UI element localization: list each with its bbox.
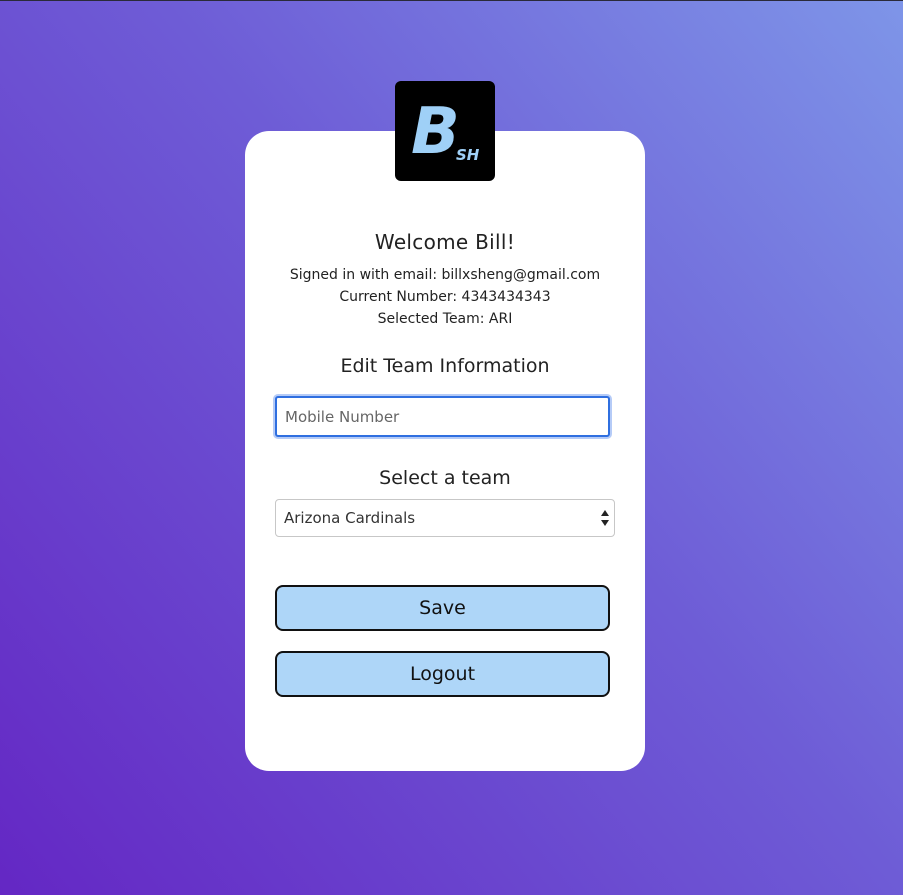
signed-in-email-text: Signed in with email: billxsheng@gmail.c… — [289, 267, 601, 283]
mobile-number-input[interactable] — [275, 396, 610, 437]
select-arrows-icon — [600, 509, 610, 527]
logo-mark-icon: B SH — [411, 95, 480, 169]
team-select[interactable]: Arizona Cardinals — [275, 499, 615, 537]
save-button[interactable]: Save — [275, 585, 610, 631]
current-number-text: Current Number: 4343434343 — [339, 289, 551, 305]
team-select-value: Arizona Cardinals — [284, 509, 416, 527]
window-top-border — [0, 0, 903, 1]
edit-team-heading: Edit Team Information — [340, 355, 550, 377]
profile-card: Welcome Bill! Signed in with email: bill… — [245, 131, 645, 771]
logo-letter: B — [411, 95, 460, 169]
selected-team-text: Selected Team: ARI — [377, 311, 513, 327]
logout-button[interactable]: Logout — [275, 651, 610, 697]
logo-suffix: SH — [456, 146, 480, 164]
select-team-heading: Select a team — [379, 467, 511, 489]
welcome-heading: Welcome Bill! — [374, 230, 516, 254]
app-logo: B SH — [395, 81, 495, 181]
